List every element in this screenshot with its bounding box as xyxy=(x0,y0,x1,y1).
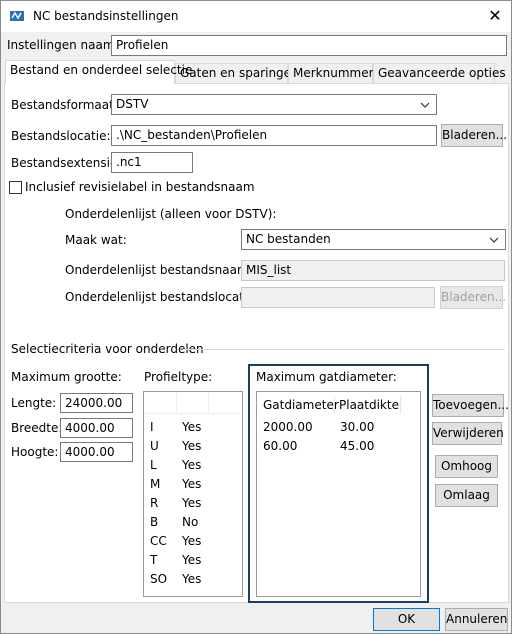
list-item-value: Yes xyxy=(182,439,202,453)
window-title: NC bestandsinstellingen xyxy=(33,9,179,23)
profile-type-label: Profieltype: xyxy=(144,370,213,384)
list-item[interactable]: B xyxy=(150,515,158,529)
make-what-value: NC bestanden xyxy=(246,232,331,246)
hole-table-header-thickness[interactable]: Plaatdikte xyxy=(335,396,401,414)
browse-file-location-button[interactable]: Bladeren... xyxy=(441,124,507,147)
profile-type-list[interactable]: I Yes U Yes L Yes M Yes R Yes B No CC Ye… xyxy=(143,391,243,597)
length-input[interactable]: 24000.00 xyxy=(60,393,133,413)
list-item[interactable]: L xyxy=(150,458,157,472)
settings-name-input[interactable]: Profielen xyxy=(111,35,507,56)
move-up-button[interactable]: Omhoog xyxy=(435,455,498,478)
file-extension-label: Bestandsextensie: xyxy=(11,156,122,170)
parts-list-heading: Onderdelenlijst (alleen voor DSTV): xyxy=(65,207,277,221)
plate-thickness-cell: 45.00 xyxy=(340,439,375,453)
profile-type-header xyxy=(144,392,242,414)
list-item-value: No xyxy=(182,515,199,529)
remove-button[interactable]: Verwijderen xyxy=(432,422,504,445)
width-label: Breedte: xyxy=(11,421,63,435)
list-item[interactable]: SO xyxy=(150,572,167,586)
height-label: Hoogte: xyxy=(11,445,59,459)
criteria-divider xyxy=(183,349,505,350)
make-what-select[interactable]: NC bestanden xyxy=(241,229,506,250)
criteria-heading: Selectiecriteria voor onderdelen xyxy=(11,342,204,356)
list-item[interactable]: U xyxy=(150,439,159,453)
file-format-select[interactable]: DSTV xyxy=(111,94,437,115)
chevron-down-icon xyxy=(420,99,430,109)
parts-list-filename-label: Onderdelenlijst bestandsnaam: xyxy=(65,263,253,277)
list-item-value: Yes xyxy=(182,572,202,586)
list-item[interactable]: I xyxy=(150,420,154,434)
revision-label-checkbox[interactable] xyxy=(9,181,22,194)
list-item[interactable]: R xyxy=(150,496,158,510)
max-size-label: Maximum grootte: xyxy=(11,370,122,384)
width-input[interactable]: 4000.00 xyxy=(60,418,133,438)
revision-label-text: Inclusief revisielabel in bestandsnaam xyxy=(25,180,255,194)
max-hole-label: Maximum gatdiameter: xyxy=(256,370,397,384)
plate-thickness-cell: 30.00 xyxy=(340,420,375,434)
make-what-label: Maak wat: xyxy=(65,233,127,247)
list-item-value: Yes xyxy=(182,534,202,548)
parts-list-location-input[interactable] xyxy=(241,287,435,308)
list-item-value: Yes xyxy=(182,477,202,491)
hole-diameter-cell: 60.00 xyxy=(263,439,298,453)
tab-file-part-selection[interactable]: Bestand en onderdeel selectie xyxy=(5,60,192,84)
chevron-down-icon xyxy=(489,234,499,244)
browse-parts-list-location-button[interactable]: Bladeren... xyxy=(440,286,506,309)
profile-type-header-divider xyxy=(176,392,177,414)
list-item[interactable]: CC xyxy=(150,534,167,548)
file-location-input[interactable]: .\NC_bestanden\Profielen xyxy=(111,125,437,146)
file-location-label: Bestandslocatie: xyxy=(11,129,111,143)
settings-name-label: Instellingen naam: xyxy=(7,38,119,52)
parts-list-location-label: Onderdelenlijst bestandslocatie: xyxy=(65,290,259,304)
hole-table[interactable]: Gatdiameter Plaatdikte 2000.00 30.00 60.… xyxy=(256,391,421,597)
list-item-value: Yes xyxy=(182,420,202,434)
height-input[interactable]: 4000.00 xyxy=(60,442,133,462)
hole-table-header-diameter[interactable]: Gatdiameter xyxy=(259,396,339,414)
table-row[interactable]: 2000.00 30.00 xyxy=(257,418,420,436)
list-item[interactable]: M xyxy=(150,477,160,491)
hole-diameter-cell: 2000.00 xyxy=(263,420,313,434)
parts-list-filename-input[interactable]: MIS_list xyxy=(241,260,505,281)
title-bar: NC bestandsinstellingen ✕ xyxy=(1,1,511,32)
tab-mark-number[interactable]: Merknummer xyxy=(288,63,374,83)
add-button[interactable]: Toevoegen... xyxy=(432,394,509,417)
file-format-value: DSTV xyxy=(116,97,149,111)
cancel-button[interactable]: Annuleren xyxy=(445,608,508,631)
close-icon[interactable]: ✕ xyxy=(481,4,509,28)
ok-button[interactable]: OK xyxy=(373,608,440,631)
nc-settings-icon xyxy=(9,8,25,24)
list-item-value: Yes xyxy=(182,458,202,472)
tab-advanced-options[interactable]: Geavanceerde opties xyxy=(373,63,506,83)
list-item[interactable]: T xyxy=(150,553,157,567)
dialog-window: NC bestandsinstellingen ✕ Instellingen n… xyxy=(0,0,512,634)
file-extension-input[interactable]: .nc1 xyxy=(111,152,193,173)
list-item-value: Yes xyxy=(182,496,202,510)
file-format-label: Bestandsformaat: xyxy=(11,98,118,112)
length-label: Lengte: xyxy=(11,396,57,410)
table-row[interactable]: 60.00 45.00 xyxy=(257,437,420,455)
profile-type-header-divider xyxy=(208,392,209,414)
list-item-value: Yes xyxy=(182,553,202,567)
move-down-button[interactable]: Omlaag xyxy=(435,484,498,507)
